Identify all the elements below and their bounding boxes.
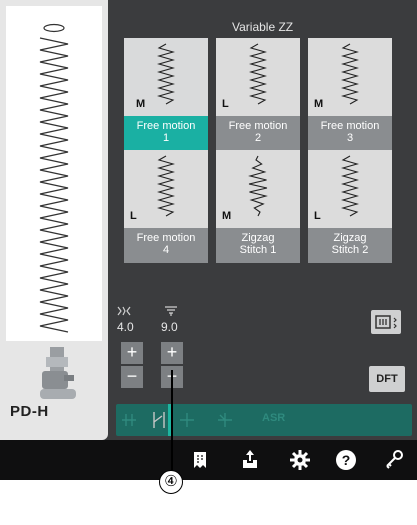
pattern-name-line2: Stitch 1 (239, 244, 277, 256)
pattern-size: L (222, 98, 229, 110)
pattern-size: M (222, 210, 232, 222)
callout-line (171, 370, 173, 470)
stitch-option-button[interactable] (371, 310, 401, 334)
pattern-tile-5[interactable]: M Zigzag Stitch 1 (216, 150, 300, 263)
length-value: 9.0 (161, 320, 178, 334)
pattern-name-line1: Free motion (320, 120, 380, 132)
pattern-name-line1: Free motion (136, 232, 196, 244)
needle-position-icon (375, 315, 397, 329)
pattern-name-line1: Zigzag (241, 232, 275, 244)
pattern-name-line2: 2 (254, 132, 262, 144)
length-plus-button[interactable]: + (161, 342, 183, 364)
presser-foot-label: PD-H (10, 403, 49, 420)
pattern-tile-3[interactable]: M Free motion 3 (308, 38, 392, 151)
stitch-end-icon[interactable] (178, 410, 196, 430)
needle-up-down-icon[interactable] (150, 410, 168, 430)
default-button[interactable]: DFT (369, 366, 405, 392)
left-panel: PD-H (0, 0, 108, 440)
help-icon[interactable]: ? (332, 446, 360, 474)
callout-number: ④ (159, 470, 183, 494)
pattern-name-line2: Stitch 2 (331, 244, 369, 256)
pattern-name-line2: 4 (162, 244, 170, 256)
auto-lock-icon[interactable] (120, 410, 138, 430)
pattern-caption: Zigzag Stitch 1 (216, 228, 300, 263)
svg-text:?: ? (342, 452, 351, 468)
bookmark-icon[interactable] (186, 446, 214, 474)
presser-foot: PD-H (6, 345, 102, 430)
upload-icon[interactable] (236, 446, 264, 474)
pattern-name-line1: Free motion (228, 120, 288, 132)
pattern-tile-4[interactable]: L Free motion 4 (124, 150, 208, 263)
pattern-tile-6[interactable]: L Zigzag Stitch 2 (308, 150, 392, 263)
pattern-name-line2: 1 (162, 132, 170, 144)
presser-foot-icon (40, 347, 76, 399)
pattern-caption: Free motion 2 (216, 116, 300, 151)
key-icon[interactable] (380, 446, 408, 474)
width-minus-button[interactable]: − (121, 366, 143, 388)
pattern-caption: Free motion 1 (124, 116, 208, 151)
width-value: 4.0 (117, 320, 134, 334)
pattern-name-line1: Free motion (136, 120, 196, 132)
width-plus-button[interactable]: + (121, 342, 143, 364)
reverse-icon[interactable] (216, 410, 234, 430)
pattern-caption: Zigzag Stitch 2 (308, 228, 392, 263)
category-title: Variable ZZ (232, 20, 294, 34)
pattern-size: M (314, 98, 324, 110)
gear-icon[interactable] (286, 446, 314, 474)
pattern-name-line1: Zigzag (333, 232, 367, 244)
asr-label[interactable]: ASR (262, 412, 285, 424)
pattern-name-line2: 3 (346, 132, 354, 144)
pattern-caption: Free motion 4 (124, 228, 208, 263)
stitch-width-icon (117, 306, 131, 316)
sewing-screen: PD-H Variable ZZ M Free motion 1 L Free moti… (0, 0, 417, 480)
stitch-preview (6, 6, 102, 341)
pattern-tile-2[interactable]: L Free motion 2 (216, 38, 300, 151)
pattern-size: M (136, 98, 146, 110)
stitch-length-icon (165, 306, 177, 316)
pattern-size: L (130, 210, 137, 222)
pattern-caption: Free motion 3 (308, 116, 392, 151)
stitch-preview-zigzag (39, 23, 69, 333)
pattern-tile-1[interactable]: M Free motion 1 (124, 38, 208, 151)
bottom-toolbar: ? (0, 440, 417, 480)
pattern-size: L (314, 210, 321, 222)
